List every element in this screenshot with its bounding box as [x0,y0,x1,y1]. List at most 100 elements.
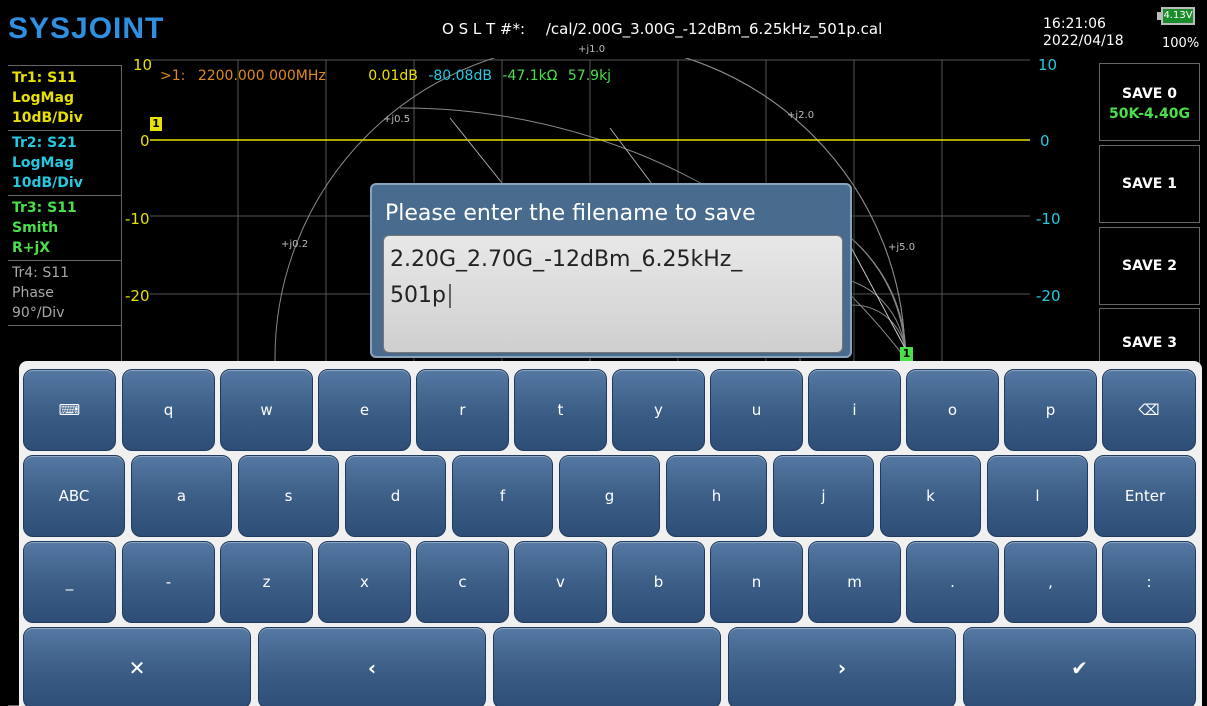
key-k[interactable]: k [880,455,981,537]
smith-label: +j0.5 [383,114,411,125]
trace-3-format: Smith [12,220,59,236]
key-n[interactable]: n [710,541,803,623]
trace-2[interactable]: Tr2: S21 LogMag 10dB/Div [8,131,121,196]
marker-flag-smith: 1 [900,347,913,361]
save-3-label: SAVE 3 [1122,335,1177,351]
save-1-label: SAVE 1 [1122,176,1177,192]
trace-3-scale: R+jX [12,240,51,256]
text-caret [448,284,451,308]
filename-line-1: 2.20G_2.70G_-12dBm_6.25kHz_ [390,247,743,272]
marker-flag-trace1: 1 [150,117,162,131]
trace-2-format: LogMag [12,155,74,171]
marker-value-4: 57.9kj [567,68,612,84]
key-y[interactable]: y [612,369,705,451]
save-1-button[interactable]: SAVE 1 [1099,145,1200,223]
key-l[interactable]: l [987,455,1088,537]
key-colon[interactable]: : [1102,541,1196,623]
on-screen-keyboard: ⌨ q w e r t y u i o p ⌫ ABC a s d f g h … [19,361,1202,706]
marker-value-1: 0.01dB [368,68,418,84]
trace-1-id: Tr1: S11 [12,70,77,86]
key-period[interactable]: . [906,541,999,623]
trace-2-scale: 10dB/Div [12,175,83,191]
save-3-button[interactable]: SAVE 3 [1099,308,1200,368]
battery-percent: 100% [1162,36,1200,51]
key-v[interactable]: v [514,541,607,623]
y-tick-left: -20 [125,287,150,305]
y-tick-left: -10 [125,210,150,228]
key-h[interactable]: h [666,455,767,537]
filename-line-2: 501p [390,283,446,308]
space-key[interactable] [493,627,721,706]
key-s[interactable]: s [238,455,339,537]
trace-4-scale: 90°/Div [12,305,65,321]
key-j[interactable]: j [773,455,874,537]
key-o[interactable]: o [906,369,999,451]
y-tick-right: -20 [1036,287,1061,305]
marker-frequency: 2200.000 000MHz [197,68,326,84]
key-g[interactable]: g [559,455,660,537]
key-a[interactable]: a [131,455,232,537]
key-p[interactable]: p [1004,369,1097,451]
filename-input[interactable]: 2.20G_2.70G_-12dBm_6.25kHz_ 501p [383,235,843,353]
key-underscore[interactable]: _ [23,541,116,623]
key-f[interactable]: f [452,455,553,537]
backspace-key[interactable]: ⌫ [1102,369,1196,451]
trace-4[interactable]: Tr4: S11 Phase 90°/Div [8,261,121,326]
key-w[interactable]: w [220,369,313,451]
key-hyphen[interactable]: - [122,541,215,623]
date: 2022/04/18 [1043,33,1124,49]
trace-4-format: Phase [12,285,54,301]
key-r[interactable]: r [416,369,509,451]
key-b[interactable]: b [612,541,705,623]
smith-label: +j1.0 [578,44,606,55]
key-t[interactable]: t [514,369,607,451]
y-tick-right: -10 [1036,210,1061,228]
abc-key[interactable]: ABC [23,455,125,537]
keyboard-toggle-key[interactable]: ⌨ [23,369,116,451]
trace-3-id: Tr3: S11 [12,200,77,216]
battery-icon: 4.13V [1157,7,1197,27]
key-q[interactable]: q [122,369,215,451]
cursor-left-key[interactable]: ‹ [258,627,486,706]
key-comma[interactable]: , [1004,541,1097,623]
trace-3[interactable]: Tr3: S11 Smith R+jX [8,196,121,261]
marker-value-3: -47.1kΩ [502,68,558,84]
key-m[interactable]: m [808,541,901,623]
cancel-key[interactable]: ✕ [23,627,251,706]
confirm-key[interactable]: ✔ [963,627,1196,706]
cal-label: O S L T #*: [442,20,526,38]
y-tick-right: 0 [1040,132,1050,150]
key-i[interactable]: i [808,369,901,451]
trace-1-format: LogMag [12,90,74,106]
marker-value-2: -80.08dB [428,68,492,84]
cursor-right-key[interactable]: › [728,627,956,706]
trace-4-id: Tr4: S11 [12,265,70,281]
save-0-label: SAVE 0 [1122,86,1177,102]
dialog-title: Please enter the filename to save [385,201,756,226]
save-0-button[interactable]: SAVE 0 50K-4.40G [1099,63,1200,141]
marker-readout: >1: 2200.000 000MHz 0.01dB -80.08dB -47.… [160,68,611,84]
battery-voltage: 4.13V [1161,7,1195,25]
calibration-status: O S L T #*: /cal/2.00G_3.00G_-12dBm_6.25… [442,20,882,38]
time: 16:21:06 [1043,16,1106,32]
trace-1-scale: 10dB/Div [12,110,83,126]
smith-label: +j2.0 [787,110,815,121]
y-tick-right: 10 [1038,56,1058,74]
trace-1[interactable]: Tr1: S11 LogMag 10dB/Div [8,66,121,131]
marker-id: >1: [160,68,186,84]
save-2-button[interactable]: SAVE 2 [1099,227,1200,305]
key-c[interactable]: c [416,541,509,623]
brand-logo: SYSJOINT [8,12,165,45]
key-z[interactable]: z [220,541,313,623]
filename-dialog: Please enter the filename to save 2.20G_… [370,183,852,358]
key-d[interactable]: d [345,455,446,537]
y-tick-left: 0 [140,132,150,150]
smith-label: +j5.0 [888,242,916,253]
key-x[interactable]: x [318,541,411,623]
save-2-label: SAVE 2 [1122,258,1177,274]
trace-2-id: Tr2: S21 [12,135,77,151]
key-e[interactable]: e [318,369,411,451]
smith-label: +j0.2 [281,239,309,250]
enter-key[interactable]: Enter [1094,455,1196,537]
key-u[interactable]: u [710,369,803,451]
